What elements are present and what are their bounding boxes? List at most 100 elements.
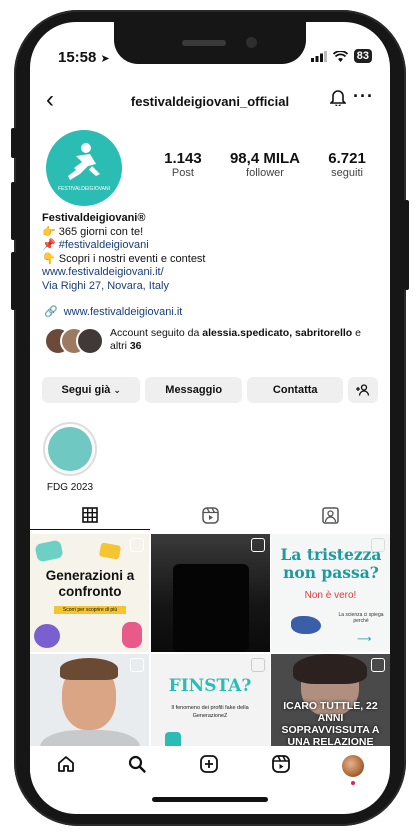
- mute-switch: [11, 128, 16, 158]
- notch: [114, 22, 306, 64]
- post-subtitle: Non è vero!: [304, 590, 357, 601]
- festival-logo-icon: FESTIVALDEIGIOVANI: [58, 143, 110, 192]
- home-icon[interactable]: [56, 754, 76, 779]
- external-link-text: www.festivaldeigiovani.it: [63, 305, 183, 318]
- highlight-cover: [48, 427, 92, 471]
- screen: 15:58 ➤ 83 ‹ festivaldeigiovani_official…: [30, 22, 390, 814]
- add-user-icon: [356, 384, 370, 396]
- post-thumbnail[interactable]: La tristezza non passa? Non è vero! La s…: [271, 534, 390, 652]
- search-icon[interactable]: [127, 754, 147, 779]
- tab-tagged[interactable]: [270, 500, 390, 530]
- profile-buttons: Segui già ⌄ Messaggio Contatta: [42, 377, 379, 403]
- status-time: 15:58 ➤: [58, 49, 110, 66]
- avatar: [342, 755, 365, 777]
- profile-name: Festivaldeigiovani®: [42, 212, 146, 224]
- post-caption: La scienza ci spiega perché: [338, 612, 384, 624]
- profile-stats: 1.143 Post 98,4 MILA follower 6.721 segu…: [150, 150, 380, 179]
- following-label: Segui già: [61, 384, 111, 396]
- post-title: Generazioni a confronto: [45, 568, 135, 599]
- message-button[interactable]: Messaggio: [145, 377, 242, 403]
- followed-by-prefix: Account seguito da: [110, 327, 203, 339]
- reel-icon: [371, 658, 385, 672]
- clock: 15:58: [58, 49, 97, 66]
- reel-icon: [130, 538, 144, 552]
- followed-by-count: 36: [129, 340, 142, 352]
- chevron-down-icon: ⌄: [113, 384, 121, 395]
- highlight-label: FDG 2023: [46, 482, 94, 493]
- tab-grid[interactable]: [30, 500, 150, 530]
- contact-label: Contatta: [272, 384, 318, 396]
- followed-by-text: Account seguito da alessia.spedicato, sa…: [110, 327, 378, 353]
- avatar[interactable]: FESTIVALDEIGIOVANI: [46, 130, 122, 206]
- more-options-icon[interactable]: ···: [353, 86, 374, 107]
- post-subtitle: Scorri per scoprire di più: [54, 606, 126, 614]
- battery-icon: 83: [353, 49, 372, 63]
- arrow-icon: ⟶: [357, 634, 372, 645]
- followers-count: 98,4 MILA: [229, 150, 300, 167]
- posts-count: 1.143: [164, 150, 202, 167]
- status-icons: 83: [310, 49, 372, 63]
- post-thumbnail[interactable]: [150, 534, 270, 652]
- person-hair: [60, 658, 118, 680]
- post-thumbnail[interactable]: Generazioni a confronto Scorri per scopr…: [30, 534, 149, 652]
- follower-avatars: [44, 327, 104, 355]
- link-icon: 🔗: [44, 306, 58, 318]
- stat-followers[interactable]: 98,4 MILA follower: [230, 150, 300, 179]
- reels-icon[interactable]: [271, 754, 291, 779]
- add-user-button[interactable]: [348, 377, 379, 403]
- posts-grid: Generazioni a confronto Scorri per scopr…: [30, 534, 390, 772]
- location-arrow-icon: ➤: [100, 53, 110, 65]
- profile-header: ‹ festivaldeigiovani_official ···: [30, 86, 390, 116]
- followers-label: follower: [246, 167, 284, 179]
- phone-screen-graphic: [172, 564, 249, 652]
- stat-posts[interactable]: 1.143 Post: [164, 150, 202, 179]
- create-post-icon[interactable]: [199, 754, 219, 779]
- sticker: [34, 539, 64, 563]
- post-title: ICARO TUTTLE, 22 ANNI SOPRAVVISSUTA A UN…: [281, 700, 380, 748]
- volume-down-button: [11, 252, 16, 310]
- illustration: [291, 616, 321, 634]
- tab-reels[interactable]: [150, 500, 270, 530]
- bell-icon[interactable]: [329, 88, 347, 111]
- grid-icon: [82, 506, 98, 523]
- avatar: [76, 327, 104, 355]
- bio-line: 👇 Scopri i nostri eventi e contest: [42, 252, 206, 265]
- svg-text:FESTIVALDEIGIOVANI: FESTIVALDEIGIOVANI: [58, 186, 110, 192]
- notification-dot: [351, 781, 356, 785]
- speaker: [182, 40, 226, 46]
- message-label: Messaggio: [165, 384, 223, 396]
- bio-line: 👉 365 giorni con te!: [42, 225, 144, 238]
- following-label: seguiti: [331, 167, 363, 179]
- stat-following[interactable]: 6.721 seguiti: [328, 150, 366, 179]
- signal-icon: [310, 50, 327, 62]
- external-link[interactable]: 🔗 www.festivaldeigiovani.it: [44, 305, 183, 319]
- profile-avatar-icon[interactable]: [342, 755, 365, 785]
- reel-icon: [371, 538, 385, 552]
- posts-label: Post: [171, 167, 194, 179]
- followed-by[interactable]: Account seguito da alessia.spedicato, sa…: [44, 327, 378, 355]
- post-subtitle: Il fenomeno dei profili fake della Gener…: [171, 705, 249, 719]
- highlight-ring: [43, 422, 97, 476]
- profile-tabs: [30, 500, 390, 530]
- reel-icon: [250, 538, 265, 552]
- reel-icon: [130, 658, 144, 672]
- address-link[interactable]: Via Righi 27, Novara, Italy: [42, 280, 382, 294]
- story-highlight[interactable]: FDG 2023: [42, 422, 98, 493]
- sticker: [122, 622, 142, 648]
- person-hair: [293, 654, 367, 684]
- reel-icon: [250, 658, 265, 672]
- home-indicator[interactable]: [152, 797, 268, 802]
- following-button[interactable]: Segui già ⌄: [42, 377, 141, 403]
- reels-icon: [201, 506, 219, 524]
- contact-button[interactable]: Contatta: [246, 377, 344, 403]
- sticker: [98, 542, 122, 560]
- post-title: FINSTA?: [168, 676, 252, 696]
- tagged-icon: [321, 506, 339, 524]
- wifi-icon: [332, 50, 348, 62]
- bio-line: 📌 #festivaldeigiovani: [42, 239, 149, 251]
- following-count: 6.721: [328, 150, 366, 167]
- bio-link[interactable]: www.festivaldeigiovani.it/: [42, 266, 382, 280]
- bottom-nav: [30, 746, 390, 786]
- sticker: [34, 624, 60, 648]
- volume-up-button: [11, 182, 16, 240]
